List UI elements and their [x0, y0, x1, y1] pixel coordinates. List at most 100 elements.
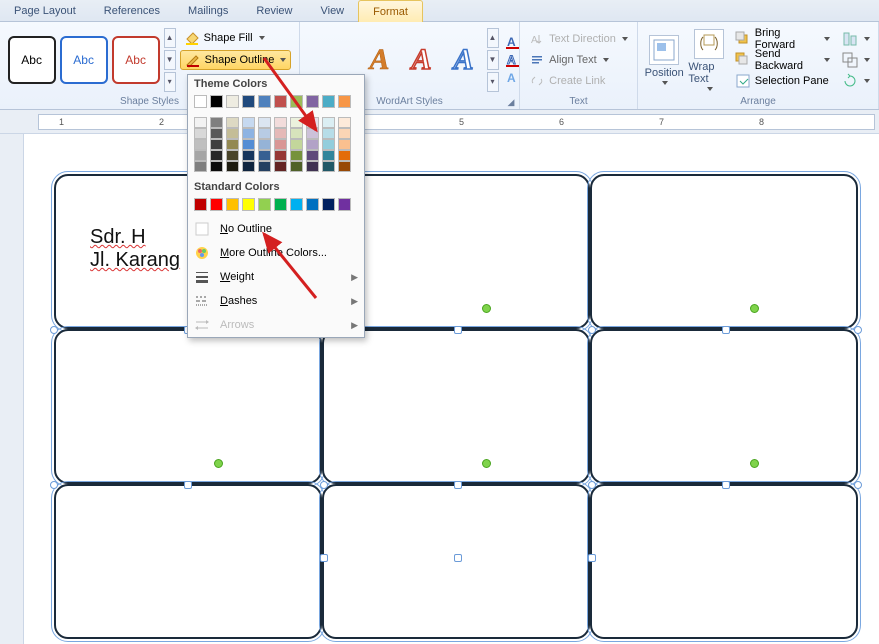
color-swatch[interactable]: [322, 161, 335, 172]
label-cell[interactable]: [54, 329, 322, 484]
wrap-text-button[interactable]: Wrap Text: [688, 27, 728, 93]
text-direction-button[interactable]: A Text Direction: [526, 29, 631, 49]
color-swatch[interactable]: [306, 117, 319, 128]
color-swatch[interactable]: [274, 198, 287, 211]
scroll-down-icon[interactable]: ▼: [487, 50, 499, 70]
color-swatch[interactable]: [306, 95, 319, 108]
scroll-down-icon[interactable]: ▼: [164, 50, 176, 70]
tab-mailings[interactable]: Mailings: [174, 0, 242, 22]
color-swatch[interactable]: [306, 139, 319, 150]
create-link-button[interactable]: Create Link: [526, 71, 631, 91]
color-swatch[interactable]: [242, 117, 255, 128]
tab-references[interactable]: References: [90, 0, 174, 22]
color-swatch[interactable]: [194, 95, 207, 108]
label-cell[interactable]: [590, 484, 858, 639]
color-swatch[interactable]: [194, 117, 207, 128]
color-swatch[interactable]: [274, 128, 287, 139]
wordart-preset-2[interactable]: A: [403, 43, 441, 77]
color-swatch[interactable]: [338, 198, 351, 211]
arrows-item[interactable]: Arrows ▶: [188, 313, 364, 337]
shape-style-preset-2[interactable]: Abc: [60, 36, 108, 84]
color-swatch[interactable]: [322, 128, 335, 139]
vertical-ruler[interactable]: [0, 134, 24, 644]
color-swatch[interactable]: [242, 95, 255, 108]
align-text-button[interactable]: Align Text: [526, 50, 631, 70]
color-swatch[interactable]: [322, 150, 335, 161]
color-swatch[interactable]: [306, 150, 319, 161]
color-swatch[interactable]: [258, 139, 271, 150]
color-swatch[interactable]: [322, 117, 335, 128]
color-swatch[interactable]: [322, 139, 335, 150]
tab-review[interactable]: Review: [242, 0, 306, 22]
align-button[interactable]: [840, 29, 872, 49]
tab-page-layout[interactable]: Page Layout: [0, 0, 90, 22]
color-swatch[interactable]: [226, 117, 239, 128]
color-swatch[interactable]: [194, 198, 207, 211]
color-swatch[interactable]: [258, 150, 271, 161]
label-cell[interactable]: [54, 484, 322, 639]
color-swatch[interactable]: [258, 161, 271, 172]
color-swatch[interactable]: [242, 161, 255, 172]
wordart-preset-3[interactable]: A: [445, 43, 483, 77]
tab-format[interactable]: Format: [358, 0, 423, 22]
color-swatch[interactable]: [274, 117, 287, 128]
rotate-button[interactable]: [840, 71, 872, 91]
color-swatch[interactable]: [306, 161, 319, 172]
tab-view[interactable]: View: [306, 0, 358, 22]
bring-forward-button[interactable]: Bring Forward: [733, 29, 832, 49]
color-swatch[interactable]: [290, 139, 303, 150]
color-swatch[interactable]: [306, 128, 319, 139]
wordart-preset-1[interactable]: A: [361, 43, 399, 77]
color-swatch[interactable]: [322, 95, 335, 108]
shape-outline-button[interactable]: Shape Outline: [180, 50, 292, 70]
gallery-expand-icon[interactable]: ▾: [164, 72, 176, 92]
color-swatch[interactable]: [242, 150, 255, 161]
shape-style-preset-1[interactable]: Abc: [8, 36, 56, 84]
no-outline-item[interactable]: No Outline: [188, 217, 364, 241]
shape-fill-button[interactable]: Shape Fill: [180, 28, 292, 48]
color-swatch[interactable]: [290, 161, 303, 172]
shape-style-preset-3[interactable]: Abc: [112, 36, 160, 84]
scroll-up-icon[interactable]: ▲: [164, 28, 176, 48]
color-swatch[interactable]: [274, 95, 287, 108]
color-swatch[interactable]: [210, 139, 223, 150]
label-cell[interactable]: [590, 174, 858, 329]
selection-pane-button[interactable]: Selection Pane: [733, 71, 832, 91]
dashes-item[interactable]: Dashes ▶: [188, 289, 364, 313]
color-swatch[interactable]: [258, 95, 271, 108]
color-swatch[interactable]: [226, 139, 239, 150]
color-swatch[interactable]: [210, 128, 223, 139]
color-swatch[interactable]: [242, 198, 255, 211]
label-cell[interactable]: [590, 329, 858, 484]
shape-style-gallery-scroll[interactable]: ▲ ▼ ▾: [164, 28, 176, 92]
color-swatch[interactable]: [194, 161, 207, 172]
text-fill-icon[interactable]: A: [505, 34, 521, 50]
color-swatch[interactable]: [290, 150, 303, 161]
color-swatch[interactable]: [306, 198, 319, 211]
color-swatch[interactable]: [338, 128, 351, 139]
text-outline-icon[interactable]: A: [505, 52, 521, 68]
color-swatch[interactable]: [194, 139, 207, 150]
dialog-launcher-icon[interactable]: ◢: [505, 96, 517, 108]
color-swatch[interactable]: [210, 117, 223, 128]
color-swatch[interactable]: [258, 128, 271, 139]
position-button[interactable]: Position: [644, 27, 684, 93]
color-swatch[interactable]: [274, 161, 287, 172]
color-swatch[interactable]: [226, 198, 239, 211]
color-swatch[interactable]: [322, 198, 335, 211]
color-swatch[interactable]: [338, 150, 351, 161]
color-swatch[interactable]: [290, 198, 303, 211]
color-swatch[interactable]: [194, 128, 207, 139]
color-swatch[interactable]: [210, 161, 223, 172]
color-swatch[interactable]: [242, 139, 255, 150]
gallery-expand-icon[interactable]: ▾: [487, 72, 499, 92]
color-swatch[interactable]: [274, 139, 287, 150]
color-swatch[interactable]: [290, 128, 303, 139]
wordart-gallery-scroll[interactable]: ▲ ▼ ▾: [487, 28, 499, 92]
color-swatch[interactable]: [274, 150, 287, 161]
text-effects-icon[interactable]: A: [505, 70, 521, 86]
color-swatch[interactable]: [242, 128, 255, 139]
color-swatch[interactable]: [226, 95, 239, 108]
label-cell[interactable]: [322, 329, 590, 484]
color-swatch[interactable]: [226, 161, 239, 172]
